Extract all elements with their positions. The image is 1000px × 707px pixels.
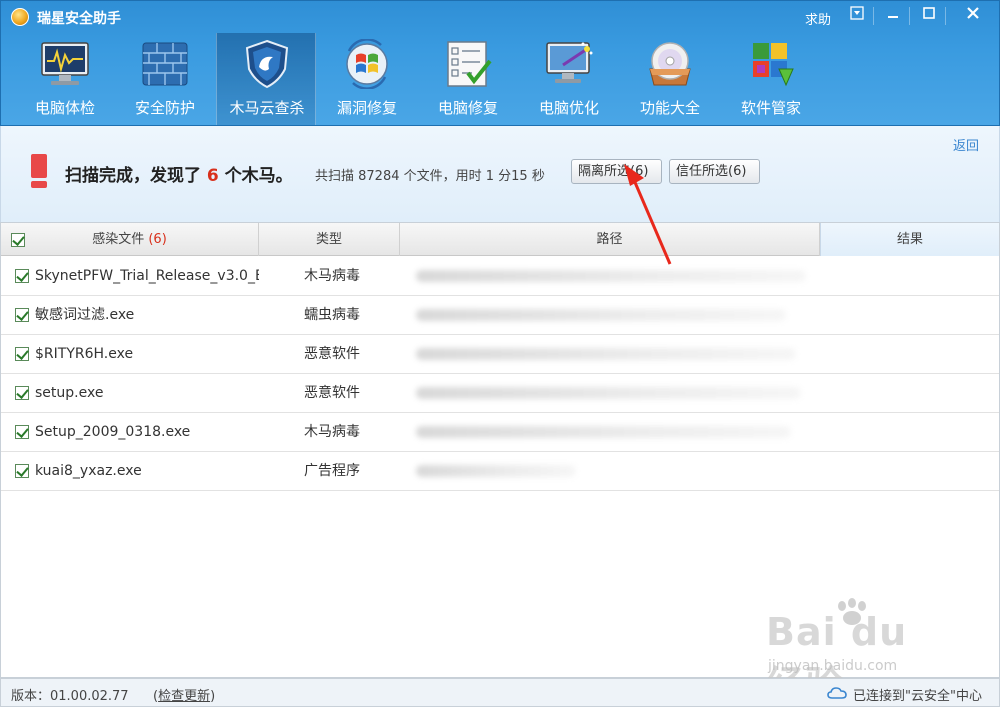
check-update-label[interactable]: 检查更新	[158, 689, 210, 704]
tool-software-manager[interactable]: 软件管家	[721, 33, 821, 125]
cell-path	[406, 335, 818, 373]
tool-label: 电脑优化	[538, 99, 599, 117]
tool-security-protection[interactable]: 安全防护	[115, 33, 215, 125]
cell-path	[406, 452, 818, 490]
table-row[interactable]: setup.exe 恶意软件	[1, 374, 999, 413]
table-row[interactable]: 敏感词过滤.exe 蠕虫病毒	[1, 296, 999, 335]
tool-trojan-cloud-scan[interactable]: 木马云查杀	[216, 33, 316, 125]
status-bar: 版本：01.00.02.77 (检查更新) 已连接到"云安全"中心	[0, 678, 1000, 707]
scan-result-message: 扫描完成，发现了 6 个木马。	[65, 161, 293, 186]
tool-label: 漏洞修复	[336, 99, 397, 117]
window-separator	[873, 7, 874, 25]
cell-file: Setup_2009_0318.exe	[35, 424, 191, 440]
tool-label: 电脑修复	[437, 99, 498, 117]
tool-label: 电脑体检	[34, 99, 95, 117]
cell-file: SkynetPFW_Trial_Release_v3.0_Bu	[35, 268, 259, 284]
check-update-link[interactable]: (检查更新)	[153, 685, 215, 704]
row-checkbox[interactable]	[15, 347, 29, 361]
help-link[interactable]: 求助	[805, 9, 831, 28]
tool-label: 安全防护	[134, 99, 195, 117]
checklist-icon	[447, 41, 492, 87]
tool-pc-optimize[interactable]: 电脑优化	[519, 33, 619, 125]
cell-file: $RITYR6H.exe	[35, 346, 134, 362]
disc-toolbox-icon	[649, 42, 691, 86]
baidu-jingyan-watermark: Bai du 经验 jingyan.baidu.com	[756, 596, 956, 707]
maximize-icon[interactable]	[915, 4, 943, 28]
column-header-type: 类型	[259, 223, 400, 256]
cell-path	[406, 296, 818, 334]
cell-path	[406, 413, 818, 451]
trust-selected-button[interactable]: 信任所选(6)	[669, 159, 760, 184]
tool-all-features[interactable]: 功能大全	[620, 33, 720, 125]
row-checkbox[interactable]	[15, 386, 29, 400]
cell-path	[406, 257, 818, 295]
table-row[interactable]: kuai8_yxaz.exe 广告程序	[1, 452, 999, 491]
cell-file: kuai8_yxaz.exe	[35, 463, 142, 479]
shield-cloud-icon	[245, 39, 289, 89]
close-icon[interactable]	[959, 4, 987, 28]
back-link[interactable]: 返回	[953, 135, 979, 154]
select-all-checkbox[interactable]	[11, 233, 25, 247]
cell-type: 恶意软件	[304, 346, 360, 362]
software-blocks-icon	[753, 43, 794, 87]
table-header: 感染文件 (6) 类型 路径 结果	[1, 223, 999, 256]
table-row[interactable]: Setup_2009_0318.exe 木马病毒	[1, 413, 999, 452]
tool-label: 功能大全	[639, 99, 700, 117]
monitor-checkup-icon	[41, 42, 89, 85]
scan-result-panel: 扫描完成，发现了 6 个木马。 共扫描 87284 个文件，用时 1 分15 秒…	[0, 126, 1000, 222]
title-bar: 瑞星安全助手 求助	[1, 1, 1000, 33]
cell-type: 木马病毒	[304, 424, 360, 440]
watermark-url: jingyan.baidu.com	[768, 658, 898, 674]
scan-summary: 共扫描 87284 个文件，用时 1 分15 秒	[315, 169, 545, 184]
column-header-file: 感染文件 (6)	[1, 223, 259, 256]
cell-type: 蠕虫病毒	[304, 307, 360, 323]
firewall-brick-icon	[142, 42, 188, 86]
tool-label: 木马云查杀	[229, 99, 305, 117]
tool-pc-checkup[interactable]: 电脑体检	[15, 33, 115, 125]
result-prefix: 扫描完成，发现了	[65, 166, 201, 186]
tool-label: 软件管家	[740, 99, 801, 117]
window-separator	[945, 7, 946, 25]
windows-patch-icon	[346, 39, 388, 89]
column-label-file: 感染文件	[92, 232, 145, 247]
app-header: 瑞星安全助手 求助 电脑体检 安全防护 木马云查杀 漏洞修复 电脑修复 电脑优化…	[0, 0, 1000, 126]
row-checkbox[interactable]	[15, 308, 29, 322]
cell-type: 木马病毒	[304, 268, 360, 284]
trojan-count: 6	[206, 166, 219, 186]
cell-file: 敏感词过滤.exe	[35, 307, 135, 323]
row-checkbox[interactable]	[15, 425, 29, 439]
minimize-icon[interactable]	[879, 4, 907, 28]
monitor-wand-icon	[546, 42, 593, 83]
column-header-path: 路径	[400, 223, 820, 256]
window-separator	[909, 7, 910, 25]
result-suffix: 个木马。	[224, 166, 293, 186]
cell-type: 恶意软件	[304, 385, 360, 401]
row-checkbox[interactable]	[15, 269, 29, 283]
dropdown-menu-icon[interactable]	[843, 4, 871, 28]
alert-exclamation-icon	[31, 154, 47, 188]
quarantine-selected-button[interactable]: 隔离所选(6)	[571, 159, 662, 184]
app-logo-icon	[11, 8, 29, 26]
cloud-icon	[827, 687, 847, 699]
table-row[interactable]: SkynetPFW_Trial_Release_v3.0_Bu 木马病毒	[1, 257, 999, 296]
version-text: 版本：01.00.02.77	[11, 689, 129, 704]
table-row[interactable]: $RITYR6H.exe 恶意软件	[1, 335, 999, 374]
cloud-connection-status: 已连接到"云安全"中心	[853, 689, 982, 704]
row-checkbox[interactable]	[15, 464, 29, 478]
app-title: 瑞星安全助手	[37, 11, 121, 27]
column-header-result: 结果	[820, 223, 999, 256]
file-count: (6)	[148, 232, 167, 247]
cell-path	[406, 374, 818, 412]
cell-type: 广告程序	[304, 463, 360, 479]
tool-pc-repair[interactable]: 电脑修复	[418, 33, 518, 125]
main-toolbar: 电脑体检 安全防护 木马云查杀 漏洞修复 电脑修复 电脑优化 功能大全 软件管家	[1, 33, 1000, 127]
cell-file: setup.exe	[35, 385, 104, 401]
tool-vulnerability-fix[interactable]: 漏洞修复	[317, 33, 417, 125]
